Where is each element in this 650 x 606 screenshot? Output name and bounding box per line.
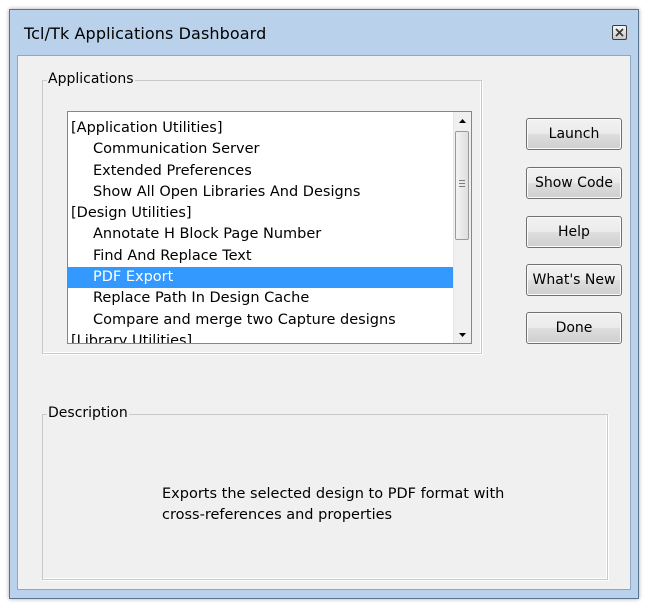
list-item[interactable]: Compare and merge two Capture designs [68, 310, 454, 331]
window-title: Tcl/Tk Applications Dashboard [24, 24, 267, 43]
done-button[interactable]: Done [526, 312, 622, 344]
list-item-selected[interactable]: PDF Export [68, 267, 454, 289]
list-item[interactable]: Replace Path In Design Cache [68, 288, 454, 309]
applications-list: [Application Utilities] Communication Ser… [68, 118, 454, 343]
dashboard-window: Tcl/Tk Applications Dashboard Applicatio… [9, 9, 639, 599]
whats-new-button[interactable]: What's New [526, 264, 622, 296]
close-icon [615, 28, 624, 37]
launch-button[interactable]: Launch [526, 118, 622, 150]
listbox-scrollbar[interactable] [453, 112, 471, 343]
scroll-up-button[interactable] [454, 112, 471, 129]
close-button[interactable] [612, 25, 627, 40]
list-item[interactable]: Find And Replace Text [68, 246, 454, 267]
help-button[interactable]: Help [526, 216, 622, 248]
applications-listbox[interactable]: [Application Utilities] Communication Ser… [67, 111, 472, 344]
scroll-down-arrow-icon [459, 332, 466, 337]
list-item[interactable]: Show All Open Libraries And Designs [68, 182, 454, 203]
scroll-grip-icon [459, 180, 465, 187]
scroll-up-arrow-icon [459, 118, 466, 123]
list-category-header[interactable]: [Library Utilities] [68, 331, 454, 343]
list-category-header[interactable]: [Design Utilities] [68, 203, 454, 224]
description-text: Exports the selected design to PDF forma… [162, 486, 505, 523]
list-category-header[interactable]: [Application Utilities] [68, 118, 454, 139]
list-item[interactable]: Communication Server [68, 139, 454, 160]
list-item[interactable]: Extended Preferences [68, 161, 454, 182]
scroll-down-button[interactable] [454, 326, 471, 343]
list-item[interactable]: Annotate H Block Page Number [68, 224, 454, 245]
applications-group-label: Applications [47, 71, 135, 87]
show-code-button[interactable]: Show Code [526, 167, 622, 199]
title-bar[interactable]: Tcl/Tk Applications Dashboard [10, 10, 638, 55]
scroll-thumb[interactable] [455, 131, 469, 240]
dialog-client-area: Applications [Application Utilities] Comm… [17, 55, 631, 590]
description-group-label: Description [47, 405, 129, 421]
